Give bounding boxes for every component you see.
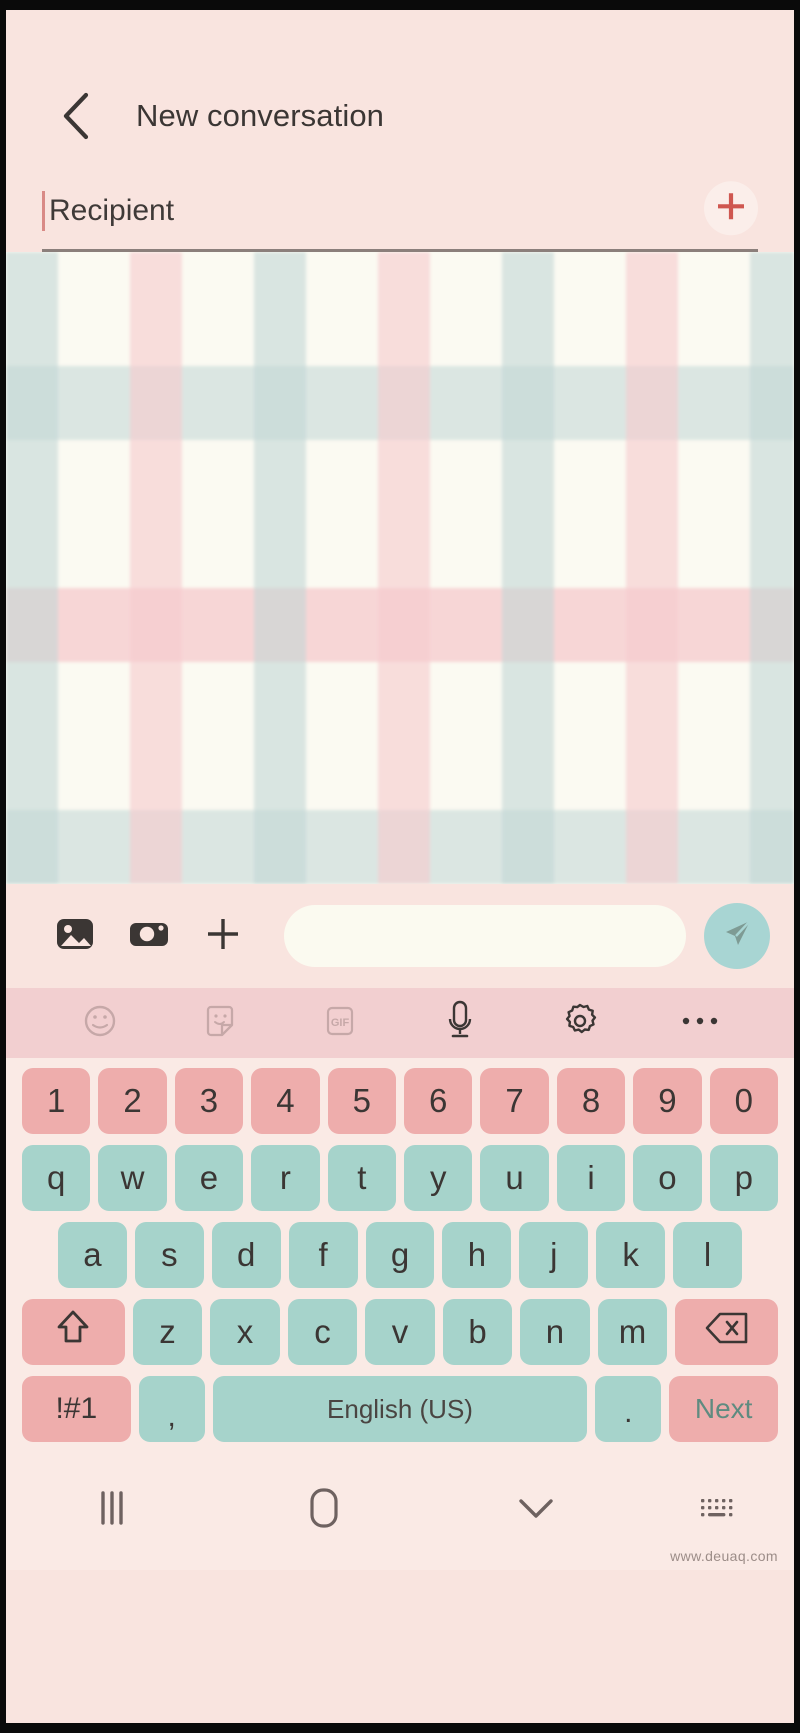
gif-button[interactable]: GIF <box>312 995 368 1051</box>
key-i[interactable]: i <box>556 1145 626 1211</box>
text-caret <box>42 191 45 231</box>
key-a[interactable]: a <box>58 1222 127 1288</box>
recents-icon <box>92 1487 132 1534</box>
plus-icon <box>201 912 245 961</box>
period-key[interactable]: . <box>595 1376 662 1442</box>
key-l[interactable]: l <box>673 1222 743 1288</box>
wallpaper-plaid <box>6 252 794 884</box>
compose-bar <box>6 884 794 988</box>
back-button[interactable] <box>50 90 102 142</box>
emoji-button[interactable] <box>72 995 128 1051</box>
microphone-icon <box>440 1000 480 1047</box>
key-s[interactable]: s <box>134 1222 204 1288</box>
site-watermark: www.deuaq.com <box>670 1548 778 1564</box>
key-c[interactable]: c <box>287 1299 358 1365</box>
shift-icon <box>54 1307 92 1357</box>
plus-icon <box>714 189 748 228</box>
key-x[interactable]: x <box>210 1299 280 1365</box>
comma-key[interactable]: , <box>138 1376 205 1442</box>
shift-key[interactable] <box>21 1299 125 1365</box>
key-p[interactable]: p <box>709 1145 779 1211</box>
add-recipient-button[interactable] <box>704 181 758 236</box>
key-m[interactable]: m <box>597 1299 668 1365</box>
key-r[interactable]: r <box>251 1145 320 1211</box>
recents-button[interactable] <box>6 1487 218 1534</box>
key-g[interactable]: g <box>365 1222 435 1288</box>
app-header: New conversation <box>6 10 794 170</box>
key-t[interactable]: t <box>327 1145 396 1211</box>
microphone-button[interactable] <box>432 995 488 1051</box>
key-h[interactable]: h <box>442 1222 512 1288</box>
symbols-key[interactable]: !#1 <box>22 1376 131 1442</box>
svg-text:GIF: GIF <box>331 1017 350 1029</box>
camera-icon <box>127 912 171 961</box>
key-f[interactable]: f <box>288 1222 358 1288</box>
enter-next-key[interactable]: Next <box>669 1376 778 1442</box>
spacebar-key[interactable]: English (US) <box>212 1376 588 1442</box>
home-icon <box>304 1484 344 1537</box>
key-y[interactable]: y <box>404 1145 473 1211</box>
key-3[interactable]: 3 <box>174 1068 244 1134</box>
page-title: New conversation <box>136 98 384 133</box>
recipient-field-row: Recipient <box>42 170 758 252</box>
key-d[interactable]: d <box>211 1222 281 1288</box>
keyboard-row-numbers: 1 2 3 4 5 6 7 8 9 0 <box>12 1068 788 1134</box>
key-9[interactable]: 9 <box>633 1068 702 1134</box>
key-j[interactable]: j <box>519 1222 589 1288</box>
key-e[interactable]: e <box>174 1145 244 1211</box>
key-8[interactable]: 8 <box>556 1068 626 1134</box>
key-4[interactable]: 4 <box>251 1068 320 1134</box>
key-w[interactable]: w <box>98 1145 167 1211</box>
send-button[interactable] <box>704 903 770 969</box>
gallery-icon <box>53 912 97 961</box>
key-z[interactable]: z <box>132 1299 203 1365</box>
keyboard-switch-icon <box>697 1494 739 1527</box>
key-o[interactable]: o <box>633 1145 702 1211</box>
key-7[interactable]: 7 <box>480 1068 549 1134</box>
more-options-icon <box>679 1013 721 1034</box>
system-navigation-bar: www.deuaq.com <box>6 1450 794 1570</box>
keyboard-row-asdf: a s d f g h j k l <box>12 1222 788 1288</box>
switch-keyboard-button[interactable] <box>641 1494 794 1527</box>
gif-icon: GIF <box>320 1001 360 1046</box>
virtual-keyboard: 1 2 3 4 5 6 7 8 9 0 q w e r t y u i o p … <box>6 1058 794 1450</box>
backspace-icon <box>703 1310 751 1354</box>
conversation-area <box>6 252 794 884</box>
chevron-left-icon <box>59 91 93 141</box>
key-0[interactable]: 0 <box>709 1068 779 1134</box>
more-options-button[interactable] <box>672 995 728 1051</box>
backspace-key[interactable] <box>675 1299 779 1365</box>
chevron-down-icon <box>514 1493 558 1528</box>
keyboard-row-bottom: !#1 , English (US) . Next <box>12 1376 788 1442</box>
hide-keyboard-button[interactable] <box>430 1493 642 1528</box>
home-button[interactable] <box>218 1484 430 1537</box>
gallery-button[interactable] <box>44 905 106 967</box>
sticker-button[interactable] <box>192 995 248 1051</box>
key-6[interactable]: 6 <box>404 1068 473 1134</box>
emoji-icon <box>80 1001 120 1046</box>
recipient-input[interactable]: Recipient <box>49 194 174 228</box>
key-k[interactable]: k <box>596 1222 666 1288</box>
keyboard-settings-button[interactable] <box>552 995 608 1051</box>
camera-button[interactable] <box>118 905 180 967</box>
sticker-icon <box>200 1001 240 1046</box>
settings-gear-icon <box>559 1000 601 1047</box>
key-b[interactable]: b <box>442 1299 513 1365</box>
keyboard-row-qwerty: q w e r t y u i o p <box>12 1145 788 1211</box>
key-1[interactable]: 1 <box>21 1068 91 1134</box>
send-icon <box>717 914 757 959</box>
more-attachments-button[interactable] <box>192 905 254 967</box>
key-n[interactable]: n <box>520 1299 590 1365</box>
key-5[interactable]: 5 <box>327 1068 396 1134</box>
keyboard-toolbar: GIF <box>6 988 794 1058</box>
key-q[interactable]: q <box>21 1145 91 1211</box>
key-u[interactable]: u <box>480 1145 549 1211</box>
keyboard-row-zxcv: z x c v b n m <box>12 1299 788 1365</box>
message-input[interactable] <box>284 905 686 967</box>
key-2[interactable]: 2 <box>98 1068 167 1134</box>
phone-screen: New conversation Recipient GIF 1 2 3 4 5… <box>0 0 800 1733</box>
key-v[interactable]: v <box>365 1299 435 1365</box>
